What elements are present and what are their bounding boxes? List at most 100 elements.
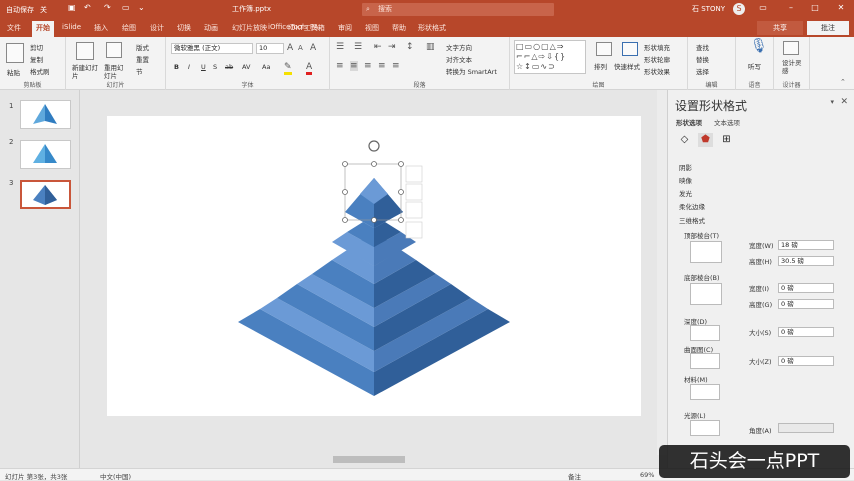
- tab-insert[interactable]: 插入: [94, 23, 108, 33]
- reuse-slides-button[interactable]: 重用幻灯片: [104, 64, 128, 80]
- increase-indent-icon[interactable]: ⇥: [388, 42, 396, 52]
- italic-button[interactable]: I: [188, 63, 190, 71]
- justify-icon[interactable]: ≡: [378, 61, 386, 71]
- font-name-select[interactable]: 微软雅黑 (正文): [171, 43, 253, 54]
- user-name[interactable]: 石 STONY: [692, 4, 725, 14]
- section-3d-format[interactable]: 三维格式: [679, 215, 705, 225]
- highlight-icon[interactable]: ✎: [284, 62, 292, 75]
- effects-icon[interactable]: ⬟: [698, 133, 713, 147]
- top-height-input[interactable]: 30.5 磅: [778, 256, 834, 266]
- maximize-icon[interactable]: □: [808, 3, 822, 12]
- dictate-button[interactable]: 听写: [748, 61, 761, 71]
- numbering-icon[interactable]: ☰: [354, 42, 362, 52]
- font-size-select[interactable]: 10: [256, 43, 284, 54]
- new-slide-button[interactable]: 新建幻灯片: [72, 64, 100, 80]
- tab-design[interactable]: 设计: [150, 23, 164, 33]
- pane-options-icon[interactable]: ▾: [830, 98, 834, 106]
- microphone-icon[interactable]: 🎙: [750, 39, 768, 53]
- tab-text-options[interactable]: 文本选项: [714, 117, 740, 127]
- depth-size-input[interactable]: 0 磅: [778, 327, 834, 337]
- format-painter-button[interactable]: 格式刷: [30, 66, 50, 76]
- quick-styles-icon[interactable]: [622, 42, 638, 56]
- reset-button[interactable]: 重置: [136, 54, 149, 64]
- select-button[interactable]: 选择: [696, 66, 709, 76]
- tab-islide[interactable]: iSlide: [62, 23, 81, 31]
- bottom-width-input[interactable]: 0 磅: [778, 283, 834, 293]
- decrease-indent-icon[interactable]: ⇤: [374, 42, 382, 52]
- paste-icon[interactable]: [6, 43, 24, 63]
- close-pane-icon[interactable]: ✕: [840, 97, 848, 107]
- char-spacing-button[interactable]: AV: [242, 63, 250, 71]
- scrollbar-thumb[interactable]: [333, 456, 405, 463]
- contour-color-button[interactable]: [690, 353, 720, 369]
- slide-thumbnail-2[interactable]: [20, 140, 71, 169]
- tab-shape-format[interactable]: 形状格式: [418, 23, 446, 33]
- quick-styles-button[interactable]: 快速样式: [614, 61, 640, 71]
- change-case-button[interactable]: Aa: [262, 63, 270, 71]
- replace-button[interactable]: 替换: [696, 54, 709, 64]
- redo-icon[interactable]: ↷: [104, 3, 111, 12]
- copy-button[interactable]: 复制: [30, 54, 43, 64]
- bottom-height-input[interactable]: 0 磅: [778, 299, 834, 309]
- tab-view[interactable]: 视图: [365, 23, 379, 33]
- shrink-font-icon[interactable]: A: [298, 43, 303, 53]
- align-left-icon[interactable]: ≡: [336, 61, 344, 71]
- slide-canvas[interactable]: [107, 116, 641, 416]
- depth-color-button[interactable]: [690, 325, 720, 341]
- strikethrough-button[interactable]: ab: [225, 63, 233, 71]
- section-soft-edges[interactable]: 柔化边缘: [679, 201, 705, 211]
- top-bevel-button[interactable]: [690, 241, 722, 263]
- bold-button[interactable]: B: [174, 63, 179, 71]
- avatar[interactable]: S: [733, 3, 745, 15]
- arrange-button[interactable]: 排列: [594, 61, 607, 71]
- stepped-pyramid[interactable]: [107, 116, 641, 416]
- align-center-icon[interactable]: ≡: [350, 61, 358, 71]
- zoom-level[interactable]: 69%: [640, 471, 654, 479]
- find-button[interactable]: 查找: [696, 42, 709, 52]
- autosave-label[interactable]: 自动保存: [6, 5, 34, 15]
- tab-draw[interactable]: 绘图: [122, 23, 136, 33]
- vertical-scrollbar[interactable]: [657, 90, 667, 455]
- size-properties-icon[interactable]: ⊞: [719, 133, 734, 147]
- material-button[interactable]: [690, 384, 720, 400]
- slide-thumbnail-1[interactable]: [20, 100, 71, 129]
- angle-input[interactable]: [778, 423, 834, 433]
- horizontal-scrollbar[interactable]: [81, 455, 656, 464]
- line-spacing-icon[interactable]: ↕: [406, 42, 414, 52]
- shadow-button[interactable]: S: [213, 63, 217, 71]
- tab-file[interactable]: 文件: [7, 23, 21, 33]
- layout-button[interactable]: 版式: [136, 42, 149, 52]
- tab-animations[interactable]: 动画: [204, 23, 218, 33]
- undo-icon[interactable]: ↶: [84, 3, 91, 12]
- lighting-button[interactable]: [690, 420, 720, 436]
- present-icon[interactable]: ▭: [122, 3, 130, 12]
- close-icon[interactable]: ✕: [834, 3, 848, 12]
- arrange-icon[interactable]: [596, 42, 612, 56]
- cut-button[interactable]: 剪切: [30, 42, 43, 52]
- section-shadow[interactable]: 阴影: [679, 162, 692, 172]
- tab-shape-options[interactable]: 形状选项: [676, 117, 702, 127]
- top-width-input[interactable]: 18 磅: [778, 240, 834, 250]
- smartart-button[interactable]: 转换为 SmartArt: [446, 66, 497, 76]
- reuse-slide-icon[interactable]: [106, 42, 122, 58]
- bullets-icon[interactable]: ☰: [336, 42, 344, 52]
- design-ideas-icon[interactable]: [783, 41, 799, 55]
- search-box[interactable]: ⌕ 搜索: [362, 3, 554, 16]
- fill-line-icon[interactable]: ◇: [677, 133, 692, 147]
- autosave-toggle[interactable]: 关: [40, 5, 47, 15]
- save-icon[interactable]: ▣: [68, 3, 76, 12]
- minimize-icon[interactable]: –: [784, 3, 798, 12]
- customize-qat-icon[interactable]: ⌄: [138, 3, 145, 12]
- tab-help[interactable]: 帮助: [392, 23, 406, 33]
- comment-button[interactable]: 批注: [807, 21, 849, 35]
- clear-format-icon[interactable]: A: [310, 43, 316, 53]
- new-slide-icon[interactable]: [76, 42, 94, 60]
- font-color-icon[interactable]: A: [306, 62, 313, 75]
- paste-button[interactable]: 粘贴: [7, 67, 20, 77]
- distribute-icon[interactable]: ≡: [392, 61, 400, 71]
- design-ideas-button[interactable]: 设计灵感: [782, 59, 802, 75]
- grow-font-icon[interactable]: A: [287, 43, 293, 53]
- slide-thumbnail-3[interactable]: [20, 180, 71, 209]
- contour-size-input[interactable]: 0 磅: [778, 356, 834, 366]
- align-text-button[interactable]: 对齐文本: [446, 54, 472, 64]
